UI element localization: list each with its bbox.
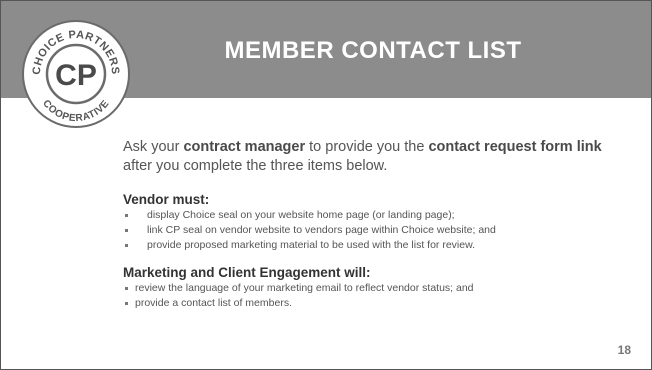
intro-part-3: after you complete the three items below… xyxy=(123,158,388,174)
list-item-text: review the language of your marketing em… xyxy=(135,282,474,294)
marketing-heading: Marketing and Client Engagement will: xyxy=(123,265,371,280)
list-item-text: link CP seal on vendor website to vendor… xyxy=(147,224,496,236)
bullet-marker xyxy=(125,287,128,290)
list-item-text: provide a contact list of members. xyxy=(135,297,292,309)
intro-bold-1: contract manager xyxy=(183,139,306,155)
list-item-text: provide proposed marketing material to b… xyxy=(147,239,475,251)
page-number: 18 xyxy=(617,343,631,357)
intro-part-1: Ask your xyxy=(123,139,184,155)
list-item: link CP seal on vendor website to vendor… xyxy=(123,223,623,238)
vendor-heading: Vendor must: xyxy=(123,192,210,207)
list-item-text: display Choice seal on your website home… xyxy=(147,209,455,221)
bullet-marker xyxy=(125,214,128,217)
list-item: review the language of your marketing em… xyxy=(123,281,623,296)
choice-partners-logo: CHOICE PARTNERS COOPERATIVE CP xyxy=(22,20,130,128)
logo-monogram: CP xyxy=(55,59,97,92)
bullet-marker xyxy=(125,302,128,305)
slide-body: Ask your contract manager to provide you… xyxy=(123,138,623,311)
bullet-marker xyxy=(125,229,128,232)
slide-title: MEMBER CONTACT LIST xyxy=(224,37,522,64)
intro-part-2: to provide you the xyxy=(305,139,429,155)
list-item: provide a contact list of members. xyxy=(123,296,623,311)
list-item: provide proposed marketing material to b… xyxy=(123,238,623,253)
intro-bold-2: contact request form link xyxy=(428,139,602,155)
list-item: display Choice seal on your website home… xyxy=(123,208,623,223)
intro-text: Ask your contract manager to provide you… xyxy=(123,138,623,176)
bullet-marker xyxy=(125,244,128,247)
slide: CHOICE PARTNERS COOPERATIVE CP MEMBER CO… xyxy=(0,0,652,370)
vendor-list: display Choice seal on your website home… xyxy=(123,208,623,253)
marketing-list: review the language of your marketing em… xyxy=(123,281,623,311)
